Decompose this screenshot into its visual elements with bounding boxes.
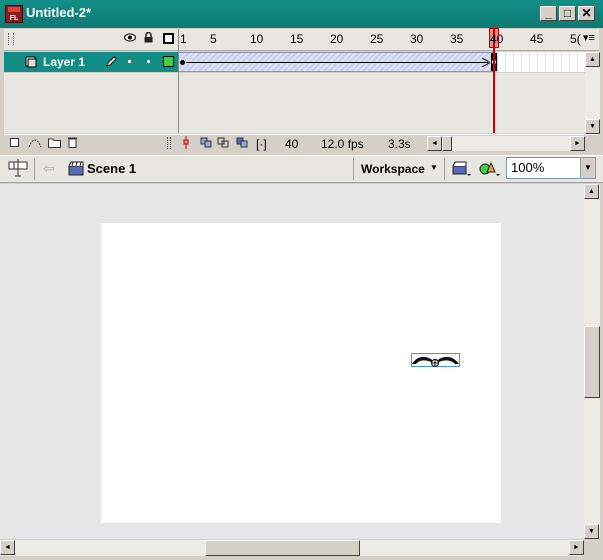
arrow-head-icon [482,58,490,67]
frame-rate[interactable]: 12.0 fps [321,137,364,151]
scroll-up-icon[interactable]: ▲ [585,52,600,67]
stage-vscroll-thumb[interactable] [584,326,600,398]
layer-color-icon[interactable] [163,56,174,67]
separator [34,158,35,180]
ruler-label: 45 [530,32,544,46]
elapsed-time: 3.3s [388,137,411,151]
scroll-right-icon[interactable]: ► [570,136,585,151]
zoom-dropdown-icon[interactable]: ▼ [580,158,595,178]
layer-name[interactable]: Layer 1 [43,55,85,69]
ruler-label: 5( [570,32,581,46]
onion-skin-icon[interactable] [200,137,213,148]
scene-breadcrumb[interactable]: Scene 1 [87,161,136,176]
timeline-hscroll[interactable] [452,136,570,151]
maximize-button[interactable]: □ [559,6,576,21]
separator [353,158,354,180]
panel-splitter[interactable] [167,137,171,149]
ruler-label: 25 [370,32,384,46]
scene-icon [68,161,84,176]
arc-shape[interactable] [411,353,460,367]
lock-dot-icon[interactable] [147,60,150,63]
trash-icon[interactable] [67,136,78,148]
tween-arrow [186,62,488,63]
workspace-menu-button[interactable]: Workspace [361,162,425,176]
edit-multiple-frames-icon[interactable] [236,137,249,148]
lock-icon[interactable] [144,32,153,43]
back-arrow-icon[interactable]: ⇦ [43,160,55,177]
empty-frames[interactable] [498,52,585,72]
eye-icon[interactable] [124,33,136,42]
ruler-label: 20 [330,32,344,46]
ruler-label: 15 [290,32,304,46]
stage-hscroll-thumb[interactable] [205,540,360,556]
ruler-label: 40 [490,32,504,46]
close-button[interactable]: ✕ [578,6,595,21]
outline-toggle-icon[interactable] [163,33,174,44]
timeline-menu-icon[interactable]: ▾≡ [583,31,599,44]
chevron-down-icon: ▼ [430,163,438,172]
ruler-label: 30 [410,32,424,46]
timeline-hscroll-thumb[interactable] [442,136,452,151]
scroll-down-icon[interactable]: ▼ [584,524,599,539]
pencil-icon [106,56,117,67]
motion-guide-icon[interactable] [28,137,42,148]
insert-layer-icon[interactable] [10,138,19,147]
ruler-label: 5 [210,32,217,46]
timeline-toggle-icon[interactable] [8,159,28,177]
separator [444,158,445,180]
scroll-left-icon[interactable]: ◄ [0,540,15,555]
layers-empty-area [4,73,178,133]
start-keyframe[interactable] [180,60,185,65]
onion-outline-icon[interactable] [217,137,230,148]
scroll-left-icon[interactable]: ◄ [427,136,442,151]
current-frame: 40 [285,137,299,151]
edit-scene-icon[interactable] [452,161,472,177]
timeline-grip[interactable] [8,33,14,45]
scroll-right-icon[interactable]: ► [569,540,584,555]
ruler-label: 35 [450,32,464,46]
visibility-dot-icon[interactable] [128,60,131,63]
minimize-button[interactable]: _ [540,6,557,21]
onion-markers-icon[interactable]: [·] [256,137,267,151]
scroll-down-icon[interactable]: ▼ [585,119,600,134]
ruler-label: 1 [180,32,187,46]
ruler-label: 10 [250,32,264,46]
center-frame-icon[interactable] [183,136,189,149]
edit-symbols-icon[interactable] [479,160,501,177]
stage[interactable] [101,223,501,523]
zoom-value: 100% [511,160,545,175]
resize-corner [584,540,600,556]
frames-empty-area [179,73,585,133]
folder-icon[interactable] [48,137,61,148]
flash-app-icon: FL [5,5,23,23]
layer-icon [25,56,37,68]
scroll-up-icon[interactable]: ▲ [584,184,599,199]
window-title: Untitled-2* [26,5,91,20]
